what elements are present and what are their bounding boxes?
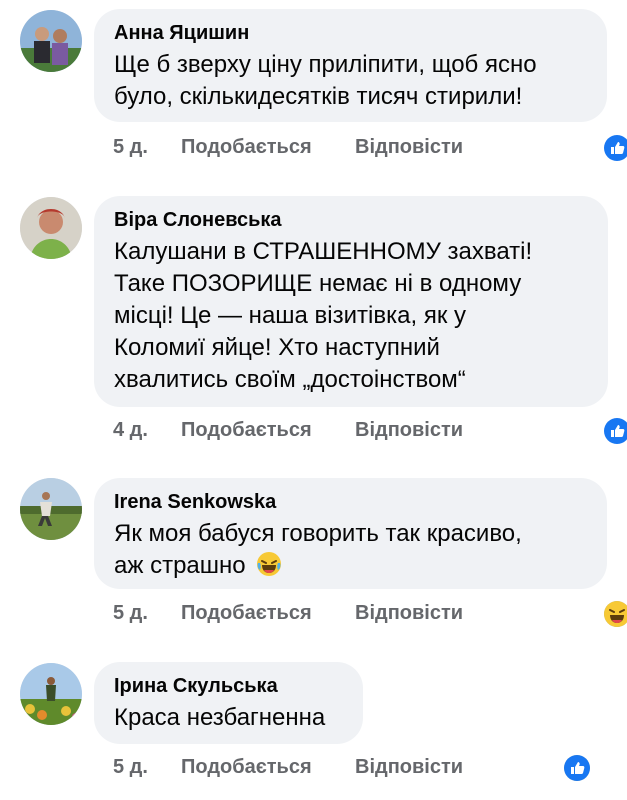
comment-line: хвалитись своїм „достоінством“ [114,366,466,393]
comment-author[interactable]: Ірина Скульська [114,674,343,698]
avatar[interactable] [20,10,82,72]
comment-time[interactable]: 4 д. [113,416,148,444]
like-button[interactable]: Подобається [181,753,312,781]
comment-text: Ще б зверху ціну приліпити, щоб ясно бул… [114,49,587,113]
comment-line: Таке ПОЗОРИЩЕ немає ні в одному [114,270,522,297]
comment-line-with-emoji: аж страшно [114,550,587,582]
comment-bubble: Ірина Скульська Краса незбагненна [94,662,363,744]
comment-line: Краса незбагненна [114,704,326,731]
comment-time[interactable]: 5 д. [113,599,148,627]
comment-line: було, скількидесятків тисяч стирили! [114,83,523,110]
comment-bubble: Irena Senkowska Як моя бабуся говорить т… [94,478,607,589]
comment-actions: 5 д. Подобається Відповісти 5 [113,753,608,783]
reply-button[interactable]: Відповісти [355,416,463,444]
comment-actions: 4 д. Подобається Відповісти 1 [113,416,627,446]
comment-actions: 5 д. Подобається Відповісти 13 [113,599,627,629]
avatar[interactable] [20,197,82,259]
avatar[interactable] [20,663,82,725]
comment-line: Калушани в СТРАШЕННОМУ захваті! [114,238,533,265]
like-button[interactable]: Подобається [181,599,312,627]
reply-button[interactable]: Відповісти [355,133,463,161]
comment-bubble: Анна Яцишин Ще б зверху ціну приліпити, … [94,9,607,122]
comment-author[interactable]: Віра Слоневська [114,208,588,232]
tears-of-joy-emoji [256,551,282,577]
comment-author[interactable]: Анна Яцишин [114,21,587,45]
comment-line: Як моя бабуся говорить так красиво, [114,520,522,547]
comment-text: Краса незбагненна [114,702,343,734]
comment-line: аж страшно [114,552,246,579]
haha-icon [602,599,627,629]
reply-button[interactable]: Відповісти [355,599,463,627]
comment-author[interactable]: Irena Senkowska [114,490,587,514]
avatar[interactable] [20,478,82,540]
comment-text: Як моя бабуся говорить так красиво, аж с… [114,518,587,582]
comment-actions: 5 д. Подобається Відповісти 6 [113,133,627,163]
reply-button[interactable]: Відповісти [355,753,463,781]
like-icon [602,416,627,446]
like-icon [562,753,592,783]
like-icon [602,133,627,163]
like-button[interactable]: Подобається [181,133,312,161]
comment-time[interactable]: 5 д. [113,133,148,161]
comment-text: Калушани в СТРАШЕННОМУ захваті! Таке ПОЗ… [114,236,588,396]
comment-line: Коломиї яйце! Хто наступний [114,334,440,361]
comment-line: Ще б зверху ціну приліпити, щоб ясно [114,51,537,78]
comment-line: місці! Це — наша візитівка, як у [114,302,466,329]
comment-time[interactable]: 5 д. [113,753,148,781]
like-button[interactable]: Подобається [181,416,312,444]
comment-bubble: Віра Слоневська Калушани в СТРАШЕННОМУ з… [94,196,608,407]
